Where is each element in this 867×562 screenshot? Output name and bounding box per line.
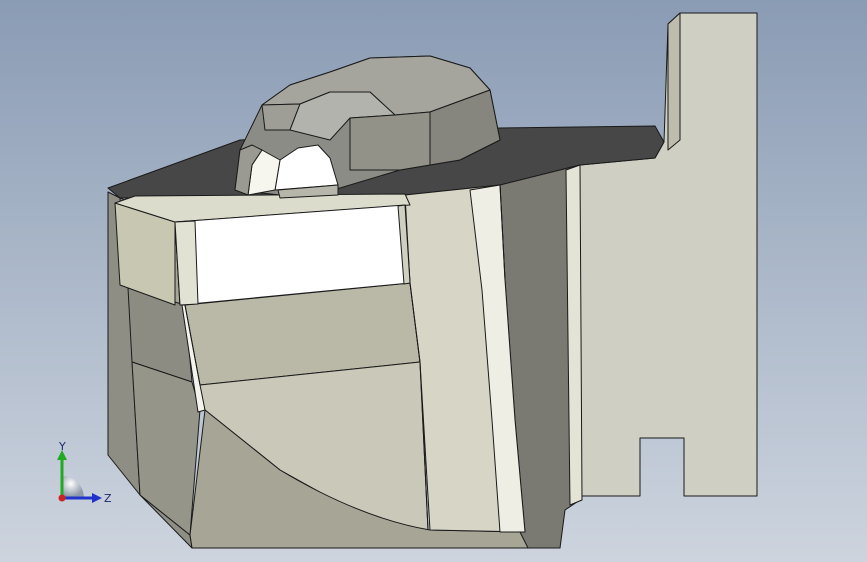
- dome-cap-facet-3: [349, 111, 431, 171]
- cad-model[interactable]: [0, 0, 867, 562]
- x-axis-origin: [58, 494, 66, 502]
- left-panel-lower: [131, 361, 201, 536]
- triad-base-quarter: [62, 476, 84, 498]
- 3d-viewport[interactable]: Y Z: [0, 0, 867, 562]
- z-axis-label: Z: [104, 492, 112, 505]
- axis-triad: Y Z: [57, 440, 112, 505]
- back-plate-edge: [667, 12, 681, 151]
- y-axis-label: Y: [58, 440, 66, 453]
- z-arrowhead-icon: [92, 493, 102, 503]
